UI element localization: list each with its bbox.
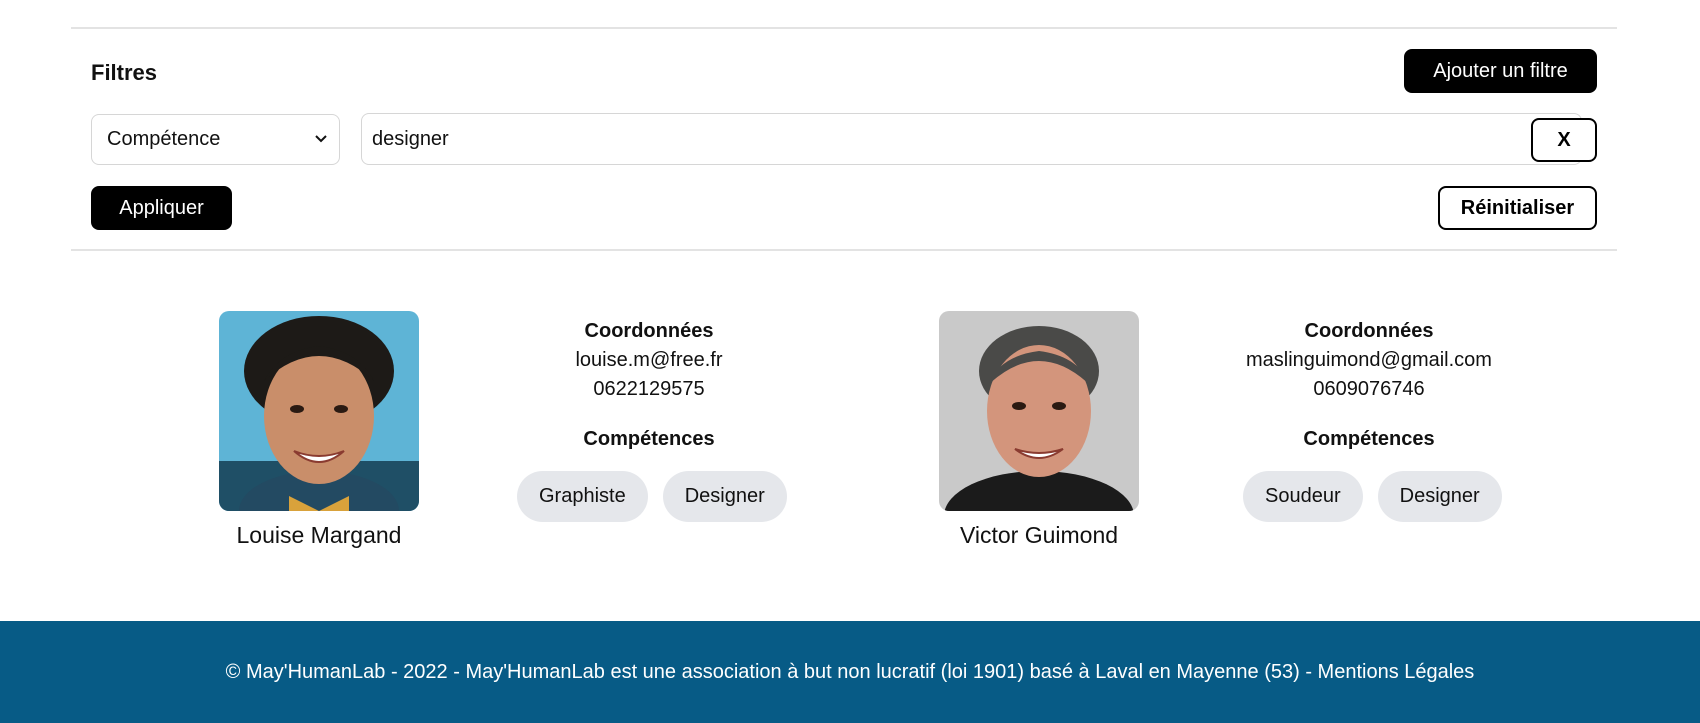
profile-contact: Coordonnées louise.m@free.fr 0622129575 … — [499, 320, 799, 451]
footer-text: © May'HumanLab - 2022 - May'HumanLab est… — [225, 660, 1475, 683]
skills-list: Graphiste Designer — [517, 471, 787, 522]
filters-panel: Filtres Ajouter un filtre Compétence X A… — [71, 27, 1617, 251]
skill-chip: Designer — [662, 471, 787, 522]
filters-title: Filtres — [91, 60, 158, 85]
profile-name: Louise Margand — [236, 522, 402, 548]
profile-photo-avatar — [939, 311, 1139, 511]
filter-field-select[interactable]: Compétence — [91, 114, 340, 165]
filter-value-input[interactable] — [361, 113, 1582, 165]
add-filter-button[interactable]: Ajouter un filtre — [1404, 49, 1597, 93]
profile-email: louise.m@free.fr — [575, 349, 723, 371]
apply-button[interactable]: Appliquer — [91, 186, 232, 230]
profile-phone: 0622129575 — [593, 378, 705, 400]
filter-field-value: Compétence — [107, 128, 221, 150]
skills-heading: Compétences — [583, 428, 715, 450]
profile-phone: 0609076746 — [1313, 378, 1425, 400]
skill-chip: Soudeur — [1243, 471, 1363, 522]
skill-chip: Graphiste — [517, 471, 648, 522]
profile-email: maslinguimond@gmail.com — [1246, 349, 1492, 371]
profile-name: Victor Guimond — [959, 522, 1119, 548]
contact-heading: Coordonnées — [1304, 320, 1434, 342]
chevron-down-icon — [315, 135, 327, 143]
site-footer: © May'HumanLab - 2022 - May'HumanLab est… — [0, 621, 1700, 723]
profile-contact: Coordonnées maslinguimond@gmail.com 0609… — [1219, 320, 1519, 451]
reset-button[interactable]: Réinitialiser — [1438, 186, 1597, 230]
profile-photo-avatar — [219, 311, 419, 511]
contact-heading: Coordonnées — [584, 320, 714, 342]
skill-chip: Designer — [1377, 471, 1502, 522]
skills-list: Soudeur Designer — [1243, 471, 1502, 522]
remove-filter-button[interactable]: X — [1531, 118, 1597, 162]
skills-heading: Compétences — [1303, 428, 1435, 450]
